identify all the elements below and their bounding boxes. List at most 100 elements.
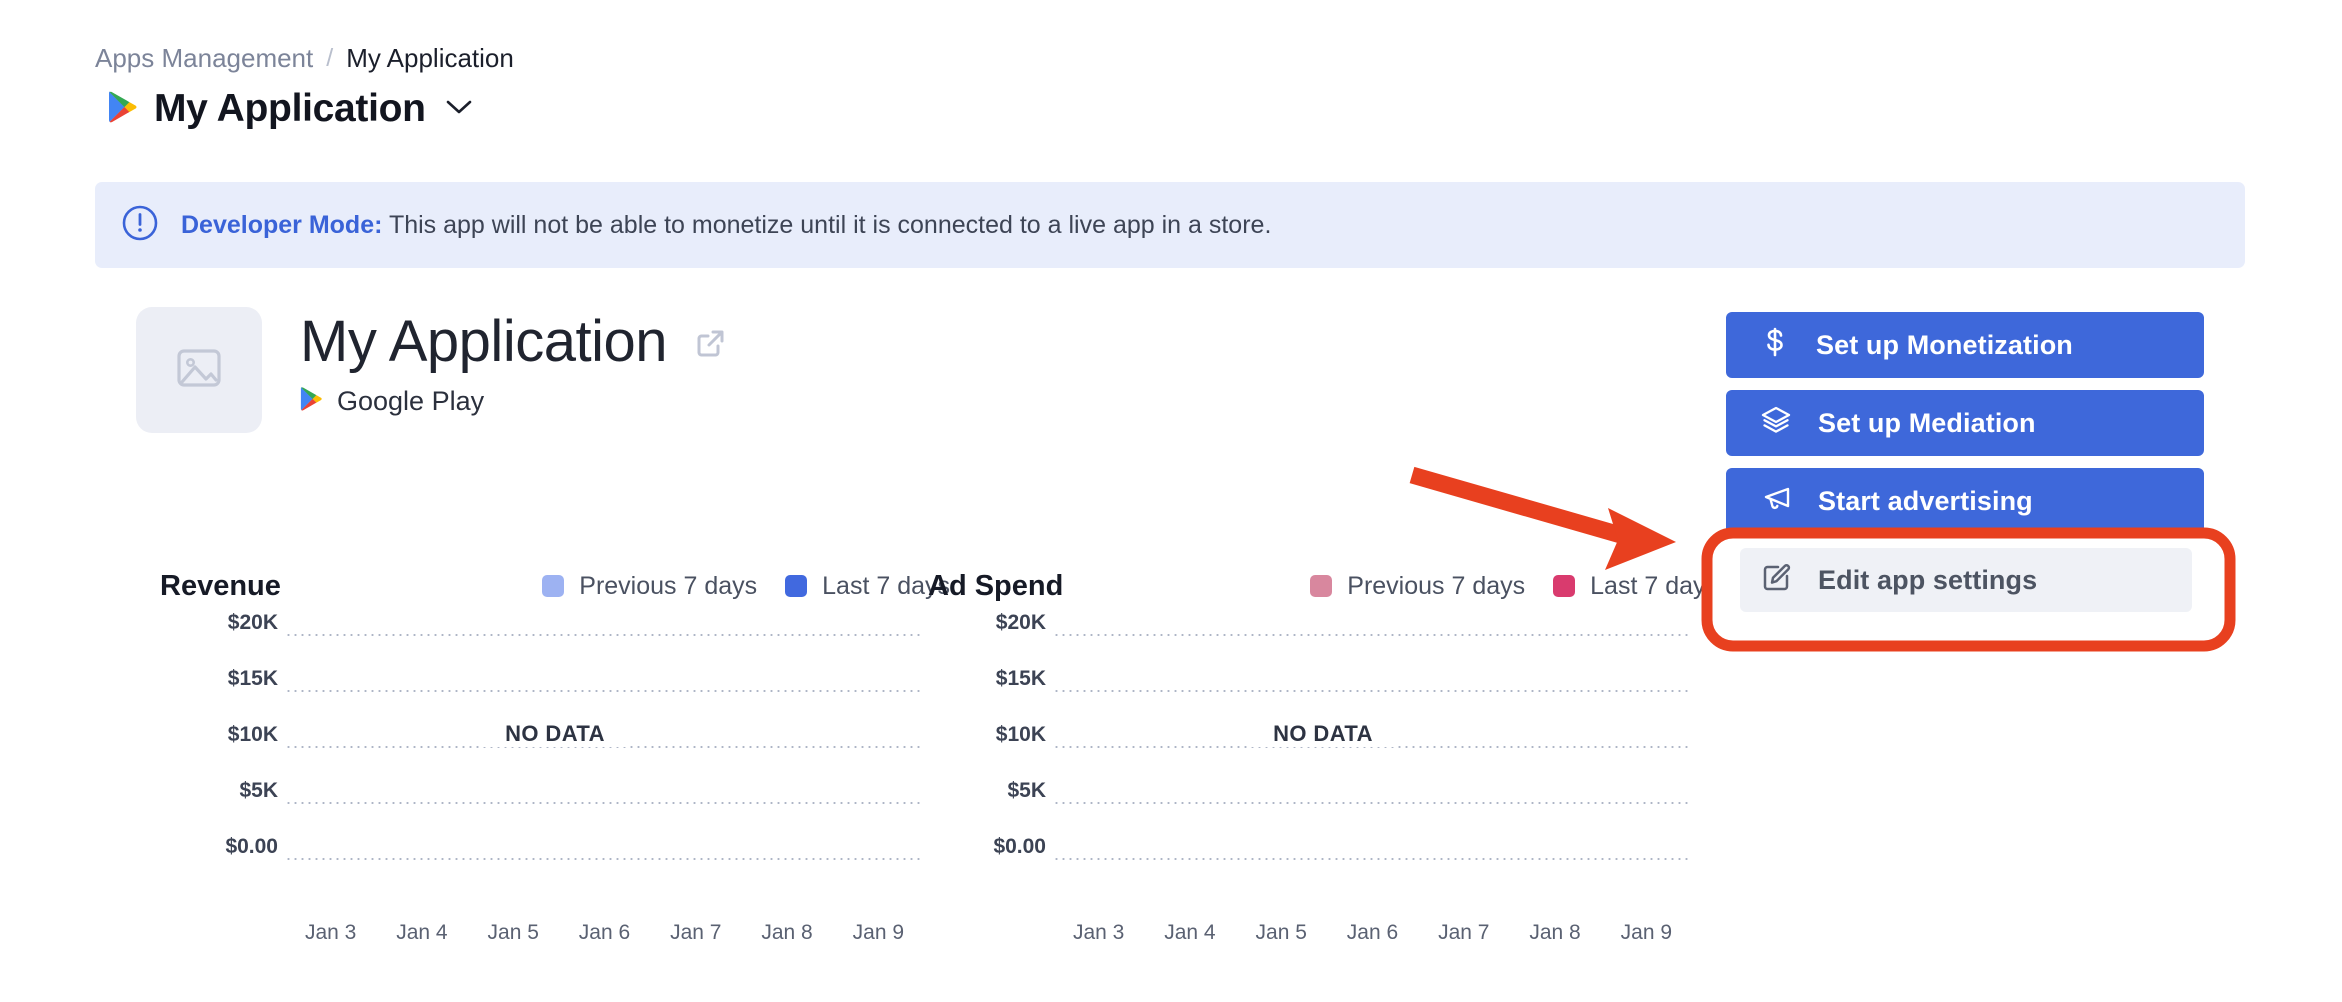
x-axis-tick: Jan 8 bbox=[761, 920, 812, 945]
legend-label: Last 7 days bbox=[1590, 572, 1718, 601]
gridline bbox=[1053, 802, 1692, 804]
edit-app-settings-button-overlay[interactable]: Edit app settings bbox=[1740, 548, 2192, 612]
legend-swatch bbox=[1310, 575, 1332, 597]
gridline-row: $15K bbox=[928, 690, 1718, 692]
legend-item[interactable]: Last 7 days bbox=[785, 572, 950, 601]
gridline-row: $15K bbox=[160, 690, 950, 692]
gridline bbox=[1053, 690, 1692, 692]
gridline bbox=[285, 634, 924, 636]
gridline-row: $5K bbox=[160, 802, 950, 804]
legend-item[interactable]: Previous 7 days bbox=[1310, 572, 1525, 601]
gridline bbox=[1053, 858, 1692, 860]
x-axis: Jan 3 Jan 4 Jan 5 Jan 6 Jan 7 Jan 8 Jan … bbox=[1053, 920, 1692, 945]
chart-header: Ad Spend Previous 7 days Last 7 days bbox=[928, 566, 1718, 606]
y-axis-tick: $15K bbox=[996, 667, 1046, 691]
x-axis-tick: Jan 4 bbox=[1164, 920, 1215, 945]
alert-circle-icon bbox=[121, 204, 159, 247]
developer-mode-banner: Developer Mode: This app will not be abl… bbox=[95, 182, 2245, 268]
y-axis-tick: $10K bbox=[228, 723, 278, 747]
y-axis-tick: $0.00 bbox=[225, 835, 278, 859]
app-store-name: Google Play bbox=[337, 385, 484, 417]
app-name: My Application bbox=[300, 309, 667, 375]
chart-legend: Previous 7 days Last 7 days bbox=[542, 572, 950, 601]
gridline-row: $5K bbox=[928, 802, 1718, 804]
no-data-label: NO DATA bbox=[483, 721, 627, 747]
gridline-row: $10K NO DATA bbox=[928, 746, 1718, 748]
dollar-sign-icon bbox=[1760, 326, 1790, 365]
button-label: Start advertising bbox=[1818, 486, 2033, 517]
set-up-mediation-button[interactable]: Set up Mediation bbox=[1726, 390, 2204, 456]
x-axis-tick: Jan 9 bbox=[1621, 920, 1672, 945]
page-title-row[interactable]: My Application bbox=[108, 86, 472, 132]
button-label: Set up Mediation bbox=[1818, 408, 2036, 439]
y-axis-tick: $15K bbox=[228, 667, 278, 691]
chart-title: Revenue bbox=[160, 569, 281, 603]
gridline-row: $20K bbox=[160, 634, 950, 636]
legend-swatch bbox=[542, 575, 564, 597]
google-play-icon bbox=[108, 90, 138, 128]
x-axis-tick: Jan 7 bbox=[1438, 920, 1489, 945]
page-title: My Application bbox=[154, 86, 426, 132]
start-advertising-button[interactable]: Start advertising bbox=[1726, 468, 2204, 534]
y-axis-tick: $20K bbox=[996, 611, 1046, 635]
x-axis-tick: Jan 8 bbox=[1529, 920, 1580, 945]
external-link-icon[interactable] bbox=[693, 325, 729, 366]
edit-pencil-icon bbox=[1760, 562, 1792, 599]
app-store-row: Google Play bbox=[300, 385, 729, 417]
gridline-row: $0.00 bbox=[160, 858, 950, 860]
button-label: Set up Monetization bbox=[1816, 330, 2073, 361]
gridline bbox=[285, 858, 924, 860]
button-label: Edit app settings bbox=[1818, 565, 2037, 596]
chart-plot-area: $20K $15K $10K NO DATA $5K $0.00 Jan bbox=[928, 634, 1718, 904]
gridline bbox=[285, 802, 924, 804]
y-axis-tick: $5K bbox=[239, 779, 278, 803]
app-thumbnail bbox=[136, 307, 262, 433]
chevron-down-icon[interactable] bbox=[446, 99, 472, 120]
x-axis-tick: Jan 9 bbox=[853, 920, 904, 945]
x-axis-tick: Jan 6 bbox=[579, 920, 630, 945]
gridline bbox=[285, 690, 924, 692]
no-data-label: NO DATA bbox=[1251, 721, 1395, 747]
breadcrumb-separator: / bbox=[326, 43, 333, 73]
developer-mode-message: This app will not be able to monetize un… bbox=[389, 211, 1271, 239]
breadcrumb-link-apps-management[interactable]: Apps Management bbox=[95, 43, 313, 73]
y-axis-tick: $0.00 bbox=[993, 835, 1046, 859]
legend-item[interactable]: Previous 7 days bbox=[542, 572, 757, 601]
legend-swatch bbox=[785, 575, 807, 597]
chart-plot-area: $20K $15K $10K NO DATA $5K $0.00 Jan bbox=[160, 634, 950, 904]
legend-swatch bbox=[1553, 575, 1575, 597]
gridline-row: $10K NO DATA bbox=[160, 746, 950, 748]
revenue-chart: Revenue Previous 7 days Last 7 days $20K… bbox=[160, 566, 950, 936]
x-axis-tick: Jan 3 bbox=[1073, 920, 1124, 945]
y-axis-tick: $10K bbox=[996, 723, 1046, 747]
x-axis-tick: Jan 6 bbox=[1347, 920, 1398, 945]
legend-label: Previous 7 days bbox=[1347, 572, 1525, 601]
developer-mode-label: Developer Mode: bbox=[181, 211, 382, 239]
chart-title: Ad Spend bbox=[928, 569, 1063, 603]
annotation-arrow-icon bbox=[1412, 475, 1676, 570]
x-axis-tick: Jan 4 bbox=[396, 920, 447, 945]
set-up-monetization-button[interactable]: Set up Monetization bbox=[1726, 312, 2204, 378]
x-axis-tick: Jan 3 bbox=[305, 920, 356, 945]
developer-mode-text: Developer Mode: This app will not be abl… bbox=[181, 210, 1271, 240]
y-axis-tick: $20K bbox=[228, 611, 278, 635]
google-play-icon bbox=[300, 386, 323, 416]
legend-label: Previous 7 days bbox=[579, 572, 757, 601]
megaphone-icon bbox=[1760, 482, 1792, 521]
chart-header: Revenue Previous 7 days Last 7 days bbox=[160, 566, 950, 606]
x-axis-tick: Jan 5 bbox=[1256, 920, 1307, 945]
gridline-row: $20K bbox=[928, 634, 1718, 636]
breadcrumb: Apps Management / My Application bbox=[95, 43, 514, 73]
gridline-row: $0.00 bbox=[928, 858, 1718, 860]
gridline bbox=[1053, 634, 1692, 636]
legend-item[interactable]: Last 7 days bbox=[1553, 572, 1718, 601]
x-axis: Jan 3 Jan 4 Jan 5 Jan 6 Jan 7 Jan 8 Jan … bbox=[285, 920, 924, 945]
y-axis-tick: $5K bbox=[1007, 779, 1046, 803]
breadcrumb-current: My Application bbox=[346, 43, 514, 73]
ad-spend-chart: Ad Spend Previous 7 days Last 7 days $20… bbox=[928, 566, 1718, 936]
image-placeholder-icon bbox=[170, 339, 228, 402]
x-axis-tick: Jan 5 bbox=[488, 920, 539, 945]
x-axis-tick: Jan 7 bbox=[670, 920, 721, 945]
app-header: My Application bbox=[136, 307, 729, 433]
chart-legend: Previous 7 days Last 7 days bbox=[1310, 572, 1718, 601]
